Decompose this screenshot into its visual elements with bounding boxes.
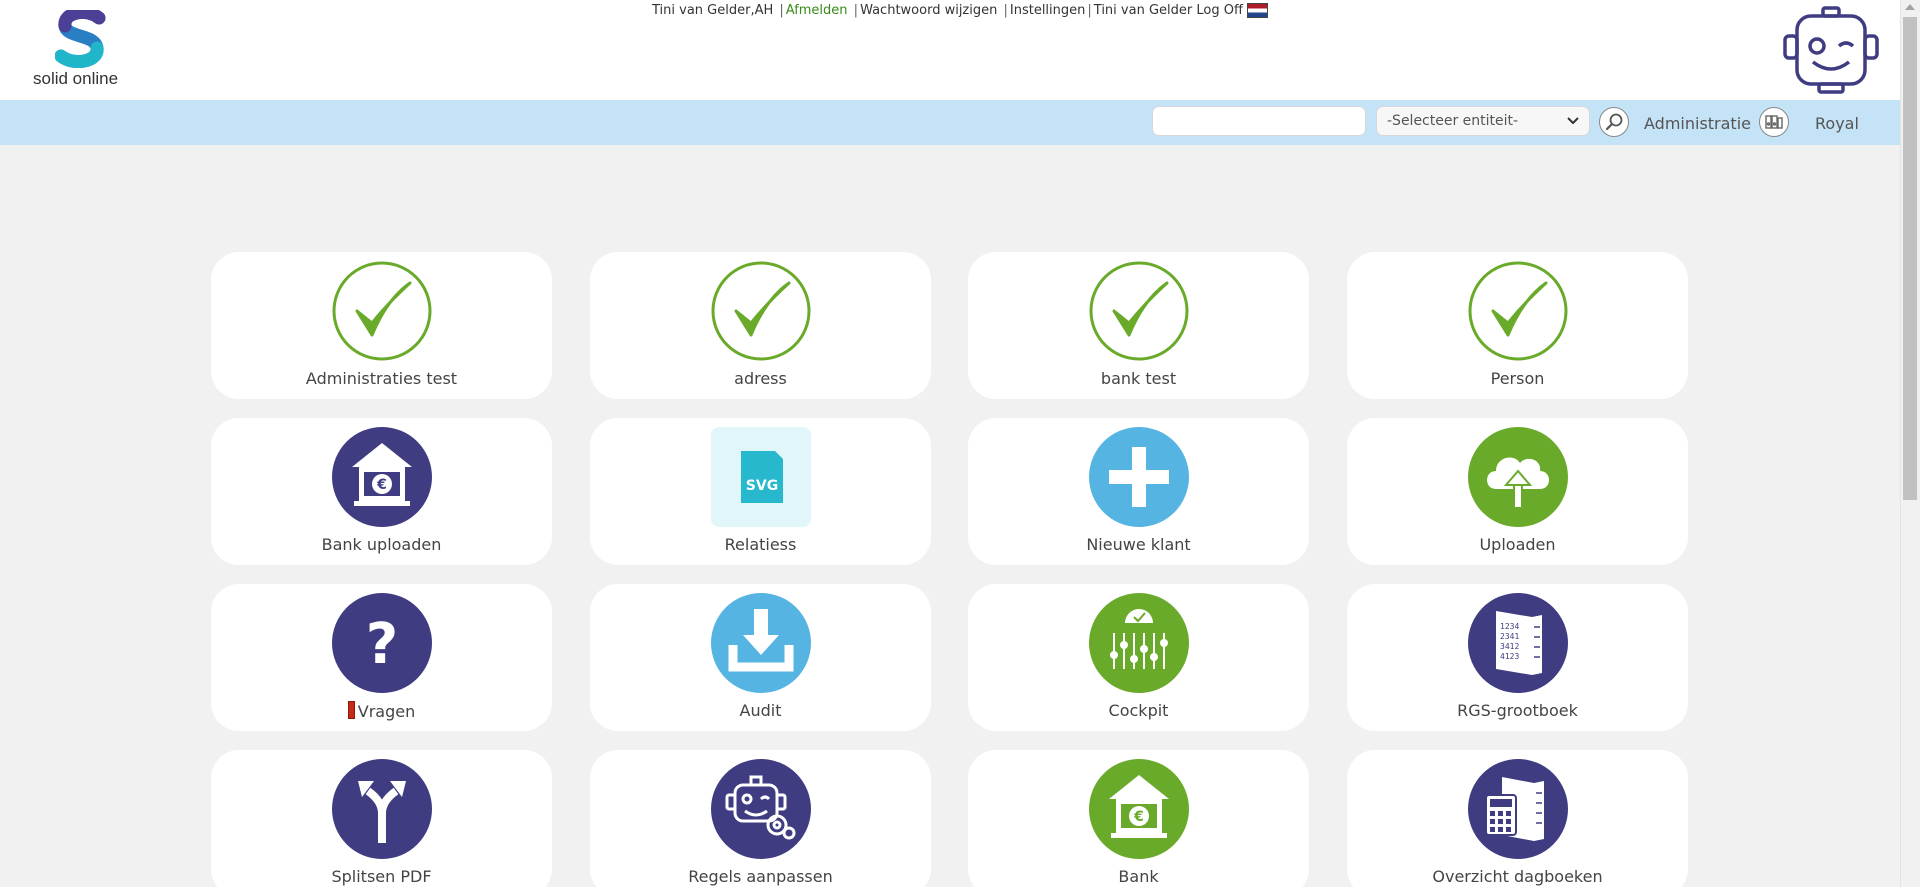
instellingen-link[interactable]: Instellingen: [1010, 3, 1086, 18]
tile-rgs-grootboek[interactable]: 1234 2341 3412 4123 RGS-grootboek: [1347, 584, 1688, 731]
user-name-link[interactable]: Tini van Gelder,AH: [652, 3, 773, 18]
tile-uploaden[interactable]: Uploaden: [1347, 418, 1688, 565]
tile-relatiess[interactable]: SVG Relatiess: [590, 418, 931, 565]
tile-vragen[interactable]: ? Vragen: [211, 584, 552, 731]
check-icon: [332, 261, 432, 361]
scroll-up-arrow-icon[interactable]: [1905, 4, 1915, 10]
tile-label: Bank uploaden: [321, 535, 442, 554]
check-icon: [1468, 261, 1568, 361]
administration-switch-button[interactable]: [1759, 107, 1789, 137]
tile-label: Audit: [739, 701, 782, 720]
wachtwoord-wijzigen-link[interactable]: Wachtwoord wijzigen: [860, 3, 997, 18]
flag-marker-icon: [347, 701, 355, 719]
administratie-label[interactable]: Administratie: [1644, 114, 1751, 133]
search-input[interactable]: [1152, 106, 1366, 136]
svg-text:1234: 1234: [1500, 622, 1519, 631]
svg-text:€: €: [376, 477, 387, 493]
tile-label: Uploaden: [1479, 535, 1556, 554]
tile-bank-uploaden[interactable]: € Bank uploaden: [211, 418, 552, 565]
tile-label: Administraties test: [305, 369, 458, 388]
tile-label: Person: [1490, 369, 1545, 388]
tile-label: bank test: [1100, 369, 1177, 388]
log-off-link[interactable]: Tini van Gelder Log Off: [1094, 3, 1243, 18]
svg-text:€: €: [1133, 809, 1144, 825]
tile-label: Overzicht dagboeken: [1432, 867, 1603, 886]
tile-label: Splitsen PDF: [331, 867, 432, 886]
search-icon: [1605, 113, 1623, 131]
check-icon: [711, 261, 811, 361]
tile-bank[interactable]: € Bank: [968, 750, 1309, 887]
entity-select-value: -Selecteer entiteit-: [1387, 113, 1519, 129]
calculator-book-icon: [1468, 759, 1568, 859]
binders-icon: [1765, 115, 1783, 129]
svg-text:4123: 4123: [1500, 652, 1519, 661]
ledger-book-icon: 1234234134124123: [1468, 593, 1568, 693]
svg-text:?: ?: [366, 612, 398, 677]
tile-nieuwe-klant[interactable]: Nieuwe klant: [968, 418, 1309, 565]
separator: |: [849, 3, 859, 18]
robot-gear-icon: [711, 759, 811, 859]
top-links: Tini van Gelder,AH | Afmelden | Wachtwoo…: [652, 3, 1268, 18]
separator: |: [775, 3, 784, 18]
separator: |: [999, 3, 1008, 18]
svg-text:3412: 3412: [1500, 642, 1519, 651]
tile-administraties-test[interactable]: Administraties test: [211, 252, 552, 399]
svg-text:2341: 2341: [1500, 632, 1519, 641]
tile-label: Relatiess: [724, 535, 797, 554]
split-arrows-icon: [332, 759, 432, 859]
logo-text: solid online: [33, 69, 119, 88]
tile-adress[interactable]: adress: [590, 252, 931, 399]
question-icon: ?: [332, 593, 432, 693]
tile-label: Regels aanpassen: [688, 867, 833, 886]
tile-label: adress: [734, 369, 787, 388]
tile-overzicht-dagboeken[interactable]: Overzicht dagboeken: [1347, 750, 1688, 887]
netherlands-flag-icon[interactable]: [1246, 3, 1268, 18]
robot-assistant-icon[interactable]: [1783, 6, 1879, 94]
tile-audit[interactable]: Audit: [590, 584, 931, 731]
tile-label-text: Vragen: [357, 702, 416, 721]
tile-label: Vragen: [211, 701, 552, 721]
check-icon: [1089, 261, 1189, 361]
entity-select[interactable]: -Selecteer entiteit-: [1376, 106, 1590, 136]
tile-label: Bank: [1118, 867, 1159, 886]
tile-cockpit[interactable]: Cockpit: [968, 584, 1309, 731]
chevron-down-icon: [1567, 117, 1579, 125]
tile-splitsen-pdf[interactable]: Splitsen PDF: [211, 750, 552, 887]
tile-label: Nieuwe klant: [1086, 535, 1191, 554]
tile-person[interactable]: Person: [1347, 252, 1688, 399]
svg-text:SVG: SVG: [746, 478, 778, 494]
tile-label: Cockpit: [1108, 701, 1169, 720]
afmelden-link[interactable]: Afmelden: [786, 3, 848, 18]
scrollbar-thumb[interactable]: [1903, 17, 1917, 500]
cockpit-sliders-icon: [1089, 593, 1189, 693]
plus-icon: [1089, 427, 1189, 527]
solid-online-logo[interactable]: solid online: [33, 10, 133, 90]
tile-bank-test[interactable]: bank test: [968, 252, 1309, 399]
tile-label: RGS-grootboek: [1457, 701, 1578, 720]
cloud-upload-icon: [1468, 427, 1568, 527]
separator: |: [1087, 3, 1092, 18]
tile-regels-aanpassen[interactable]: Regels aanpassen: [590, 750, 931, 887]
search-button[interactable]: [1599, 107, 1629, 137]
svg-file-icon: SVG: [711, 427, 811, 527]
s-logo-icon: [55, 10, 106, 68]
bank-euro-icon: €: [1089, 759, 1189, 859]
royal-label[interactable]: Royal: [1815, 114, 1859, 133]
download-tray-icon: [711, 593, 811, 693]
bank-euro-icon: €: [332, 427, 432, 527]
